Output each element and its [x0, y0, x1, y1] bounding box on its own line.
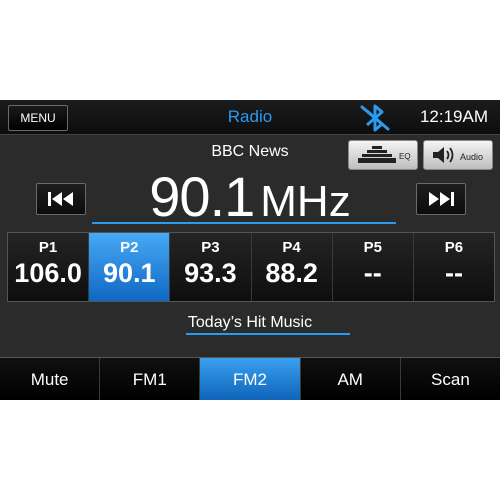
preset-p2[interactable]: P2 90.1	[89, 233, 171, 301]
radio-screen: MENU Radio 12:19AM BBC News EQ Audio 90.…	[0, 100, 500, 400]
radio-text: Today’s Hit Music	[187, 314, 313, 331]
frequency-value: 90.1	[149, 165, 255, 228]
audio-label: Audio	[460, 152, 484, 162]
scan-button[interactable]: Scan	[401, 358, 500, 400]
preset-frequency: 106.0	[14, 258, 82, 288]
preset-frequency: 93.3	[184, 258, 237, 288]
preset-label: P6	[444, 239, 464, 256]
preset-p6[interactable]: P6 --	[413, 233, 495, 301]
frequency-unit: MHz	[260, 177, 351, 226]
eq-label: EQ	[399, 152, 411, 161]
frequency-underline	[92, 222, 396, 224]
preset-p5[interactable]: P5 --	[332, 233, 414, 301]
tab-fm2[interactable]: FM2	[200, 358, 301, 400]
mute-button[interactable]: Mute	[0, 358, 101, 400]
preset-label: P3	[201, 239, 220, 256]
bottom-tab-bar: Mute FM1 FM2 AM Scan	[0, 357, 500, 400]
preset-p3[interactable]: P3 93.3	[170, 233, 252, 301]
preset-frequency: --	[363, 258, 382, 288]
preset-frequency: 88.2	[265, 258, 318, 288]
preset-p1[interactable]: P1 106.0	[8, 233, 90, 301]
preset-label: P2	[120, 239, 139, 256]
tab-fm1[interactable]: FM1	[100, 358, 201, 400]
preset-p4[interactable]: P4 88.2	[251, 233, 333, 301]
seek-forward-button[interactable]	[416, 183, 466, 215]
preset-label: P1	[38, 239, 58, 256]
equalizer-icon	[358, 146, 396, 163]
bluetooth-muted-icon[interactable]	[358, 104, 392, 132]
preset-frequency: --	[444, 258, 463, 288]
preset-bar: P1 106.0 P2 90.1 P3 93.3 P4 88.2 P5 -- P…	[7, 232, 495, 302]
header-bar: MENU Radio 12:19AM	[0, 100, 500, 135]
skip-forward-icon	[429, 192, 454, 206]
speaker-icon	[433, 147, 454, 163]
preset-frequency: 90.1	[102, 258, 156, 288]
preset-label: P5	[363, 239, 382, 256]
tab-am[interactable]: AM	[301, 358, 401, 400]
radio-text-underline	[186, 333, 350, 335]
preset-label: P4	[282, 239, 301, 256]
clock: 12:19AM	[419, 107, 488, 126]
